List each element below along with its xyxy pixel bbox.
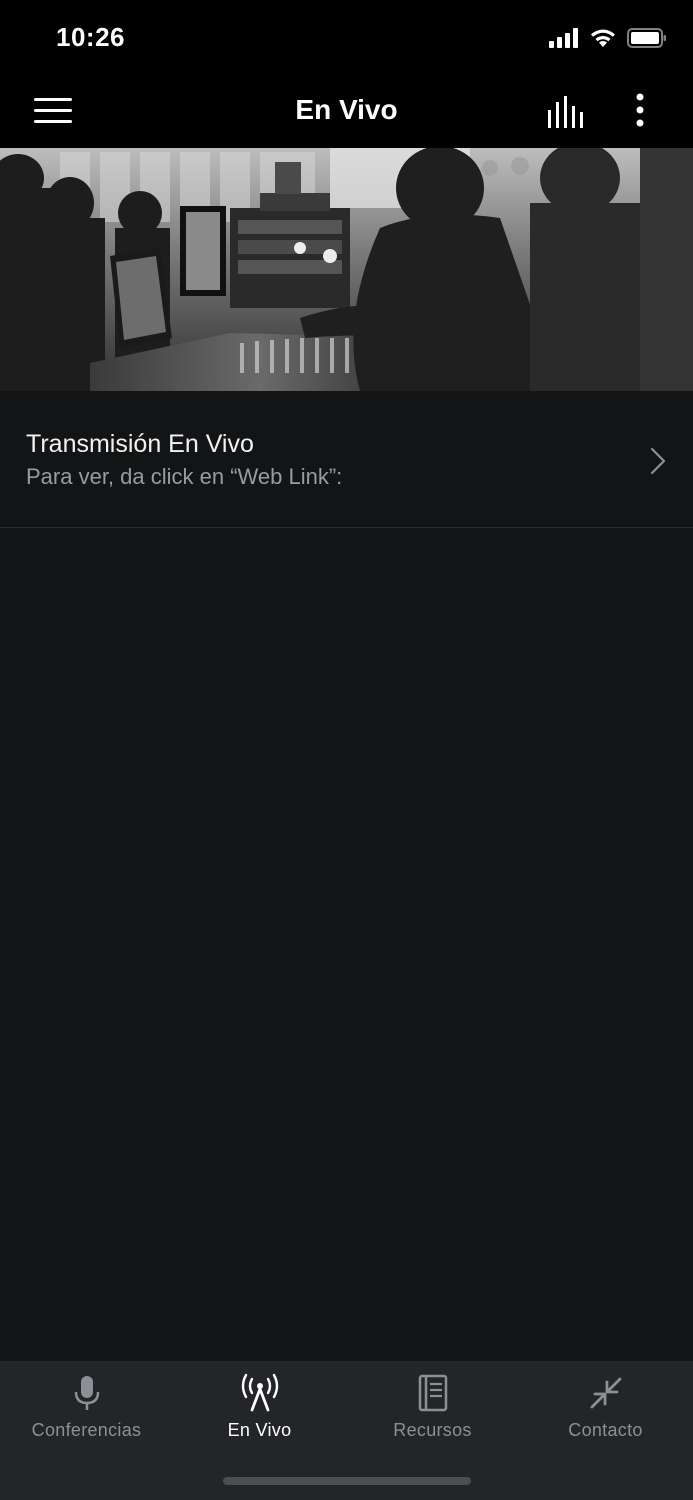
cellular-signal-icon [549, 28, 578, 48]
battery-icon [627, 28, 666, 48]
live-stream-subtitle: Para ver, da click en “Web Link”: [26, 464, 343, 489]
page-title: En Vivo [295, 94, 398, 125]
home-indicator [223, 1477, 471, 1485]
live-stream-title: Transmisión En Vivo [26, 430, 254, 458]
microphone-icon [74, 1376, 99, 1410]
book-icon [418, 1374, 447, 1412]
status-bar: 10:26 [0, 0, 693, 76]
status-icons [549, 28, 667, 48]
tab-conferencias[interactable]: Conferencias [0, 1361, 173, 1461]
broadcast-antenna-icon [241, 1373, 278, 1412]
tab-label: Contacto [568, 1420, 643, 1440]
live-stream-list-item[interactable]: Transmisión En Vivo Para ver, da click e… [0, 392, 693, 528]
tab-label: Conferencias [31, 1420, 142, 1440]
hero-photo-illustration [0, 148, 693, 391]
compress-arrows-icon [590, 1377, 621, 1409]
equalizer-button[interactable] [545, 96, 587, 128]
status-time: 10:26 [56, 22, 125, 52]
navigation-bar: En Vivo [0, 76, 693, 148]
tab-label: En Vivo [227, 1420, 292, 1440]
tab-en-vivo[interactable]: En Vivo [173, 1361, 346, 1461]
more-vertical-icon [636, 93, 644, 127]
more-options-button[interactable] [628, 92, 652, 132]
chevron-right-icon [650, 447, 666, 475]
tab-label: Recursos [393, 1420, 472, 1440]
tab-contacto[interactable]: Contacto [519, 1361, 692, 1461]
tab-recursos[interactable]: Recursos [346, 1361, 519, 1461]
wifi-icon [591, 29, 615, 47]
hero-image [0, 148, 693, 391]
equalizer-icon [548, 96, 583, 128]
